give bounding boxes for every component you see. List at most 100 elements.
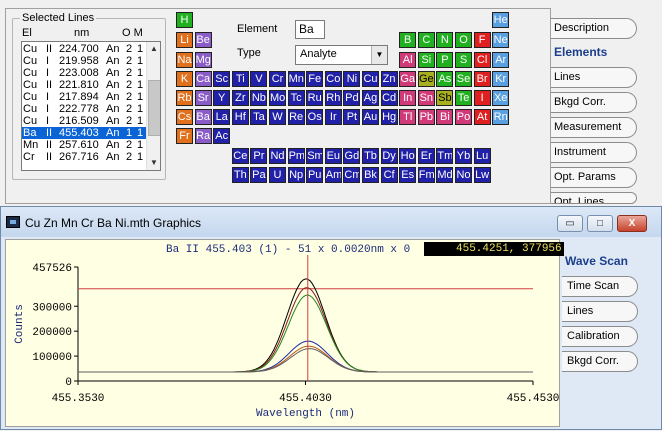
element-na[interactable]: Na [176, 52, 193, 68]
tab-opt-lines[interactable]: Opt. Lines [551, 192, 637, 204]
element-cl[interactable]: Cl [473, 52, 491, 68]
element-i[interactable]: I [473, 90, 491, 106]
close-button[interactable]: X [617, 215, 647, 232]
element-rh[interactable]: Rh [324, 90, 342, 106]
element-pm[interactable]: Pm [287, 148, 305, 164]
element-tc[interactable]: Tc [287, 90, 305, 106]
tab-description[interactable]: Description [551, 18, 637, 39]
element-sb[interactable]: Sb [436, 90, 454, 106]
element-u[interactable]: U [269, 167, 286, 183]
element-he[interactable]: He [492, 12, 510, 28]
element-cr[interactable]: Cr [269, 71, 286, 87]
element-sm[interactable]: Sm [306, 148, 324, 164]
graphics-tab-bkgd-corr[interactable]: Bkgd Corr. [562, 351, 638, 372]
element-ag[interactable]: Ag [362, 90, 379, 106]
tab-opt-params[interactable]: Opt. Params [551, 167, 637, 188]
element-po[interactable]: Po [455, 109, 472, 125]
element-hg[interactable]: Hg [380, 109, 398, 125]
element-au[interactable]: Au [362, 109, 379, 125]
tab-instrument[interactable]: Instrument [551, 142, 637, 163]
element-ce[interactable]: Ce [231, 148, 249, 164]
element-tl[interactable]: Tl [399, 109, 417, 125]
line-row[interactable]: Cu I 216.509 An 2 1 [22, 115, 146, 127]
line-row[interactable]: Cu I 222.778 An 2 1 [22, 103, 146, 115]
element-la[interactable]: La [213, 109, 231, 125]
element-o[interactable]: O [455, 32, 472, 48]
element-dy[interactable]: Dy [380, 148, 398, 164]
element-ne[interactable]: Ne [492, 32, 510, 48]
selected-lines-list[interactable]: Cu II 224.700 An 2 1 Cu I 219.958 An 2 1 Cu I 223.008 A… [21, 41, 161, 171]
element-ta[interactable]: Ta [250, 109, 268, 125]
element-lu[interactable]: Lu [473, 148, 491, 164]
graphics-tab-calibration[interactable]: Calibration [562, 326, 638, 347]
element-be[interactable]: Be [194, 32, 212, 48]
element-ca[interactable]: Ca [194, 71, 212, 87]
graphics-tab-wave-scan[interactable]: Wave Scan [562, 251, 638, 272]
element-co[interactable]: Co [324, 71, 342, 87]
element-at[interactable]: At [473, 109, 491, 125]
element-cm[interactable]: Cm [343, 167, 361, 183]
element-as[interactable]: As [436, 71, 454, 87]
element-pa[interactable]: Pa [250, 167, 268, 183]
element-sn[interactable]: Sn [417, 90, 435, 106]
tab-lines[interactable]: Lines [551, 67, 637, 88]
element-tb[interactable]: Tb [362, 148, 379, 164]
element-rn[interactable]: Rn [492, 109, 510, 125]
line-row[interactable]: Cu II 224.700 An 2 1 [22, 43, 146, 55]
element-rb[interactable]: Rb [176, 90, 193, 106]
line-row[interactable]: Cu I 217.894 An 2 1 [22, 91, 146, 103]
element-tm[interactable]: Tm [436, 148, 454, 164]
element-y[interactable]: Y [213, 90, 231, 106]
element-p[interactable]: P [436, 52, 454, 68]
element-ac[interactable]: Ac [213, 128, 231, 144]
element-fe[interactable]: Fe [306, 71, 324, 87]
element-yb[interactable]: Yb [455, 148, 472, 164]
element-re[interactable]: Re [287, 109, 305, 125]
element-er[interactable]: Er [417, 148, 435, 164]
tab-bkgd-corr[interactable]: Bkgd Corr. [551, 92, 637, 113]
element-ho[interactable]: Ho [399, 148, 417, 164]
minimize-button[interactable]: ▭ [557, 215, 583, 232]
element-input[interactable]: Ba [295, 20, 325, 39]
element-cd[interactable]: Cd [380, 90, 398, 106]
element-nb[interactable]: Nb [250, 90, 268, 106]
element-am[interactable]: Am [324, 167, 342, 183]
element-f[interactable]: F [473, 32, 491, 48]
element-ru[interactable]: Ru [306, 90, 324, 106]
element-h[interactable]: H [176, 12, 193, 28]
element-al[interactable]: Al [399, 52, 417, 68]
element-k[interactable]: K [176, 71, 193, 87]
element-ge[interactable]: Ge [417, 71, 435, 87]
element-br[interactable]: Br [473, 71, 491, 87]
scroll-up-icon[interactable]: ▲ [150, 44, 158, 53]
element-bk[interactable]: Bk [362, 167, 379, 183]
wave-scan-plot[interactable]: 457526 300000 200000 100000 0 455.3530 455.403… [5, 239, 564, 427]
graphics-tab-lines[interactable]: Lines [562, 301, 638, 322]
element-mo[interactable]: Mo [269, 90, 286, 106]
element-w[interactable]: W [269, 109, 286, 125]
element-pd[interactable]: Pd [343, 90, 361, 106]
element-cu[interactable]: Cu [362, 71, 379, 87]
element-fr[interactable]: Fr [176, 128, 193, 144]
element-mg[interactable]: Mg [194, 52, 212, 68]
element-si[interactable]: Si [417, 52, 435, 68]
element-se[interactable]: Se [455, 71, 472, 87]
element-zr[interactable]: Zr [231, 90, 249, 106]
element-ga[interactable]: Ga [399, 71, 417, 87]
element-pb[interactable]: Pb [417, 109, 435, 125]
element-nd[interactable]: Nd [269, 148, 286, 164]
tab-measurement[interactable]: Measurement [551, 117, 637, 138]
element-te[interactable]: Te [455, 90, 472, 106]
element-sc[interactable]: Sc [213, 71, 231, 87]
scroll-down-icon[interactable]: ▼ [150, 158, 158, 167]
type-select[interactable]: Analyte ▼ [295, 45, 388, 65]
element-c[interactable]: C [417, 32, 435, 48]
element-cf[interactable]: Cf [380, 167, 398, 183]
line-row[interactable]: Mn II 257.610 An 2 1 [22, 139, 146, 151]
element-md[interactable]: Md [436, 167, 454, 183]
line-row[interactable]: Cu I 219.958 An 2 1 [22, 55, 146, 67]
element-sr[interactable]: Sr [194, 90, 212, 106]
element-kr[interactable]: Kr [492, 71, 510, 87]
element-bi[interactable]: Bi [436, 109, 454, 125]
element-in[interactable]: In [399, 90, 417, 106]
